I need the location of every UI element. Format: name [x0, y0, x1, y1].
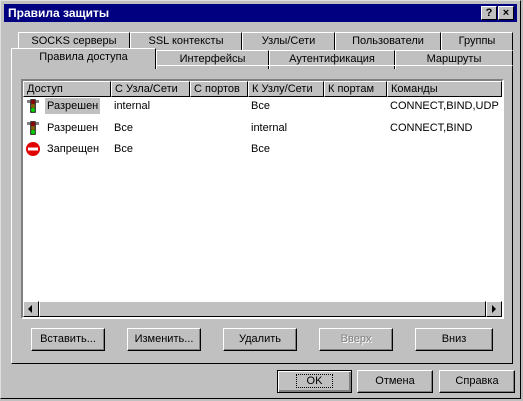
move-up-button[interactable]: Вверх [319, 328, 393, 351]
column-header-commands[interactable]: Команды [387, 81, 502, 97]
table-row[interactable]: Запрещен Все Все [23, 141, 502, 157]
to-host-value: Все [251, 143, 270, 155]
table-row[interactable]: Разрешен Все internal CONNECT,BIND [23, 120, 502, 136]
scroll-right-button[interactable] [486, 301, 502, 317]
tab-hosts-networks[interactable]: Узлы/Сети [242, 32, 335, 51]
dialog-window: Правила защиты ? × SOCKS серверы SSL кон… [0, 0, 521, 399]
rules-list[interactable]: Доступ С Узла/Сети С портов К Узлу/Сети … [21, 79, 504, 319]
tab-groups[interactable]: Группы [441, 32, 513, 51]
commands-value: CONNECT,BIND,UDP [390, 100, 499, 112]
column-header-to-host[interactable]: К Узлу/Сети [248, 81, 324, 97]
tab-users[interactable]: Пользователи [335, 32, 441, 51]
move-down-button[interactable]: Вниз [415, 328, 493, 351]
window-title: Правила защиты [8, 6, 110, 20]
scroll-thumb[interactable] [39, 301, 486, 317]
arrow-right-icon [492, 305, 496, 313]
from-host-value: internal [114, 100, 151, 112]
column-header-to-ports[interactable]: К портам [324, 81, 387, 97]
commands-value: CONNECT,BIND [390, 122, 473, 134]
to-host-value: internal [251, 122, 288, 134]
delete-button[interactable]: Удалить [223, 328, 297, 351]
traffic-light-icon [27, 99, 39, 113]
traffic-light-icon [27, 121, 39, 135]
arrow-left-icon [28, 305, 32, 313]
insert-button[interactable]: Вставить... [31, 328, 105, 351]
help-dialog-button[interactable]: Справка [439, 370, 515, 393]
close-button[interactable]: × [498, 6, 514, 20]
to-host-value: Все [251, 100, 270, 112]
table-row[interactable]: Разрешен internal Все CONNECT,BIND,UDP [23, 98, 502, 114]
title-bar: Правила защиты ? × [4, 4, 517, 22]
column-header-access[interactable]: Доступ [23, 81, 111, 97]
column-header-from-ports[interactable]: С портов [190, 81, 248, 97]
access-value: Разрешен [45, 98, 101, 114]
no-entry-icon [26, 142, 40, 156]
tab-access-rules[interactable]: Правила доступа [11, 48, 156, 69]
ok-button-label: OK [295, 374, 334, 388]
from-host-value: Все [114, 122, 133, 134]
from-host-value: Все [114, 143, 133, 155]
horizontal-scrollbar[interactable] [23, 301, 502, 317]
ok-button[interactable]: OK [277, 370, 352, 393]
access-value: Разрешен [47, 122, 99, 134]
cancel-button[interactable]: Отмена [357, 370, 433, 393]
help-button[interactable]: ? [481, 6, 497, 20]
scroll-left-button[interactable] [23, 301, 39, 317]
column-header-from-host[interactable]: С Узла/Сети [111, 81, 190, 97]
access-value: Запрещен [47, 143, 100, 155]
edit-button[interactable]: Изменить... [127, 328, 201, 351]
